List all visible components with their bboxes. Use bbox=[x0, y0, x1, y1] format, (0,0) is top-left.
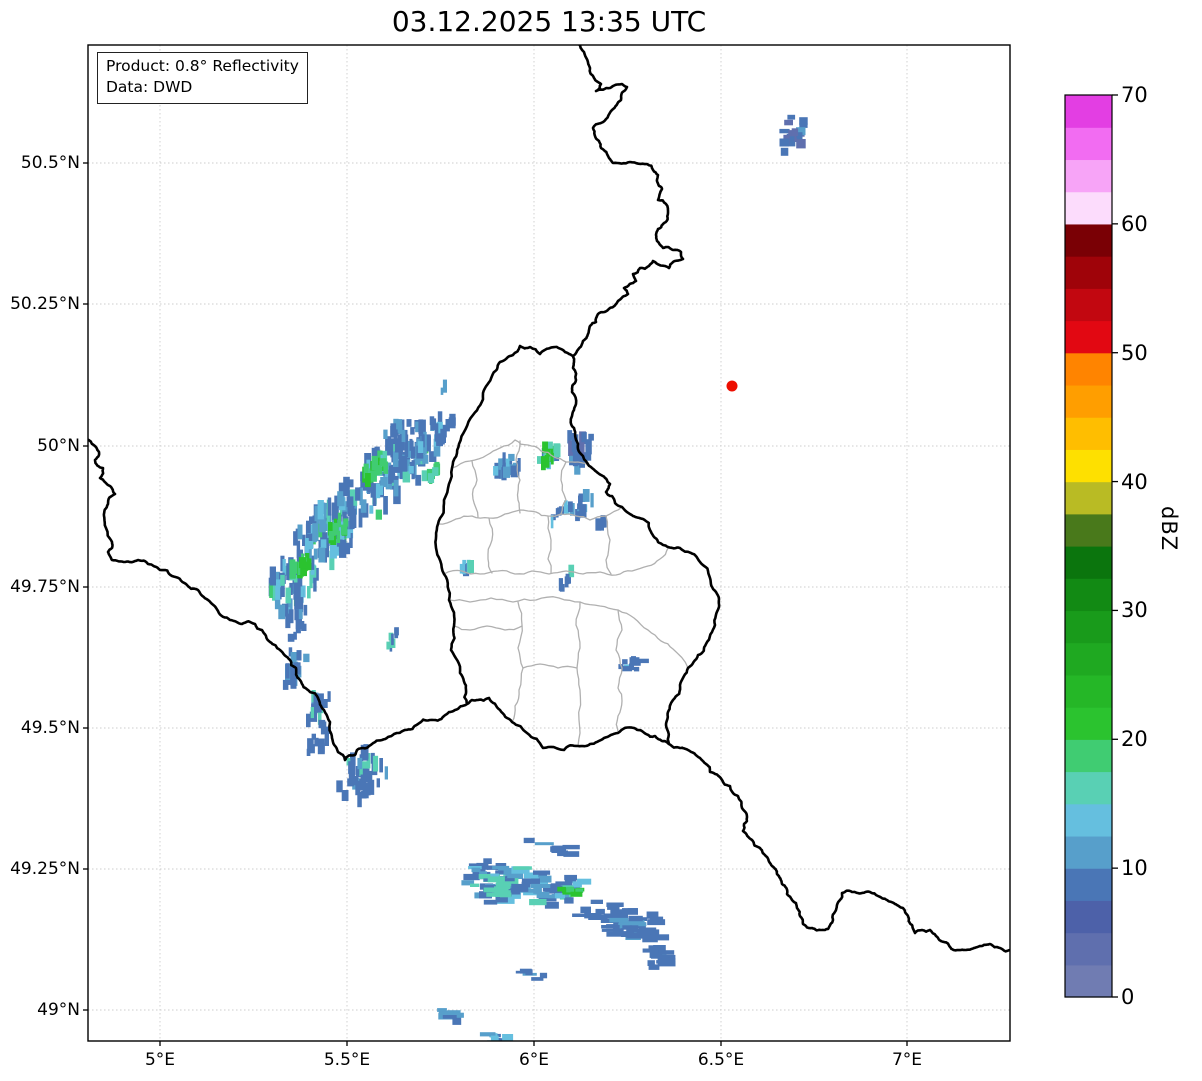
colorbar-segment bbox=[1065, 417, 1112, 450]
echo-cluster-sw-cluster bbox=[336, 744, 388, 808]
echo-cluster-chain-s3 bbox=[306, 690, 331, 728]
colorbar-tick-label-70: 70 bbox=[1121, 83, 1148, 107]
lat-tick-label-4925N: 49.25°N bbox=[10, 859, 80, 879]
lon-tick-label-5E: 5°E bbox=[144, 1050, 176, 1070]
product-info-line: Product: 0.8° Reflectivity bbox=[106, 57, 299, 75]
lat-tick-label-4975N: 49.75°N bbox=[10, 577, 80, 597]
colorbar-tick-label-60: 60 bbox=[1121, 211, 1148, 236]
colorbar-segment bbox=[1065, 384, 1112, 418]
echo-cluster-south-isolated bbox=[515, 968, 548, 981]
echo-cluster-mid-chain-2 bbox=[558, 564, 575, 592]
colorbar-segment bbox=[1065, 578, 1112, 612]
product-info-box: Product: 0.8° Reflectivity Data: DWD bbox=[97, 52, 308, 104]
border-belgium-germany bbox=[571, 45, 685, 358]
radar-echoes bbox=[268, 114, 808, 1041]
colorbar-segment bbox=[1065, 868, 1112, 901]
radar-site-marker bbox=[726, 380, 738, 392]
radar-map-canvas bbox=[83, 44, 1118, 1046]
colorbar-segment bbox=[1065, 642, 1112, 676]
colorbar-segment bbox=[1065, 320, 1112, 354]
colorbar-tick-label-20: 20 bbox=[1121, 727, 1148, 752]
colorbar-segment bbox=[1065, 900, 1112, 934]
echo-cluster-green-core-sw bbox=[291, 553, 312, 579]
lon-tick-label-55E: 5.5°E bbox=[323, 1050, 371, 1070]
colorbar-segment bbox=[1065, 191, 1112, 225]
colorbar-segment bbox=[1065, 449, 1112, 483]
border-france-germany bbox=[667, 742, 1010, 953]
lon-tick-label-7E: 7°E bbox=[891, 1050, 923, 1070]
colorbar-segment bbox=[1065, 546, 1112, 579]
lon-tick-label-65E: 6.5°E bbox=[697, 1050, 745, 1070]
echo-cluster-bottom-streak-1 bbox=[437, 1008, 464, 1025]
colorbar-segment bbox=[1065, 352, 1112, 386]
echo-cluster-sband-tail bbox=[642, 945, 676, 970]
echo-cluster-se-cells bbox=[618, 656, 649, 672]
colorbar-segment bbox=[1065, 223, 1112, 257]
colorbar-segment bbox=[1065, 513, 1112, 547]
echo-cluster-northeast-cluster bbox=[779, 114, 808, 156]
lat-tick-label-49N: 49°N bbox=[37, 1000, 80, 1020]
colorbar-tick-label-30: 30 bbox=[1121, 598, 1148, 623]
colorbar-segment bbox=[1065, 739, 1112, 773]
echo-cluster-sband-east bbox=[572, 899, 670, 943]
colorbar-tick-label-0: 0 bbox=[1121, 985, 1135, 1009]
colorbar-segment bbox=[1065, 610, 1112, 644]
lat-tick-label-5025N: 50.25°N bbox=[10, 294, 80, 314]
echo-cluster-sband-top-streaks bbox=[523, 837, 580, 857]
colorbar-segment bbox=[1065, 835, 1112, 869]
colorbar-segment bbox=[1065, 95, 1112, 128]
border-luxembourg bbox=[434, 344, 721, 752]
echo-cluster-south-specks bbox=[386, 627, 399, 652]
colorbar-segment bbox=[1065, 256, 1112, 289]
colorbar-segment bbox=[1065, 707, 1112, 740]
colorbar-segment bbox=[1065, 964, 1112, 998]
echo-cluster-bottom-streak-2 bbox=[479, 1032, 514, 1041]
colorbar-segment bbox=[1065, 288, 1112, 322]
colorbar-segment bbox=[1065, 127, 1112, 161]
plot-title: 03.12.2025 13:35 UTC bbox=[391, 5, 707, 38]
colorbar bbox=[1064, 94, 1118, 998]
colorbar-unit-label: dBZ bbox=[1157, 506, 1181, 552]
colorbar-segment bbox=[1065, 159, 1112, 193]
lon-tick-label-6E: 6°E bbox=[518, 1050, 550, 1070]
colorbar-segment bbox=[1065, 674, 1112, 708]
data-source-line: Data: DWD bbox=[106, 78, 193, 97]
lat-tick-label-50N: 50°N bbox=[37, 436, 80, 456]
colorbar-segment bbox=[1065, 803, 1112, 837]
colorbar-segment bbox=[1065, 481, 1112, 515]
echo-cluster-lone-speck-north bbox=[440, 379, 447, 395]
colorbar-tick-label-40: 40 bbox=[1121, 469, 1148, 494]
radar-figure: 03.12.2025 13:35 UTC Product: 0.8° Refle… bbox=[0, 0, 1202, 1081]
lat-tick-label-495N: 49.5°N bbox=[20, 718, 80, 738]
colorbar-segment bbox=[1065, 932, 1112, 966]
colorbar-segment bbox=[1065, 771, 1112, 805]
lat-tick-label-505N: 50.5°N bbox=[20, 153, 80, 173]
colorbar-tick-label-10: 10 bbox=[1121, 856, 1148, 881]
colorbar-tick-label-50: 50 bbox=[1121, 340, 1148, 365]
country-borders bbox=[88, 45, 1010, 953]
axis-ticks bbox=[83, 162, 908, 1046]
